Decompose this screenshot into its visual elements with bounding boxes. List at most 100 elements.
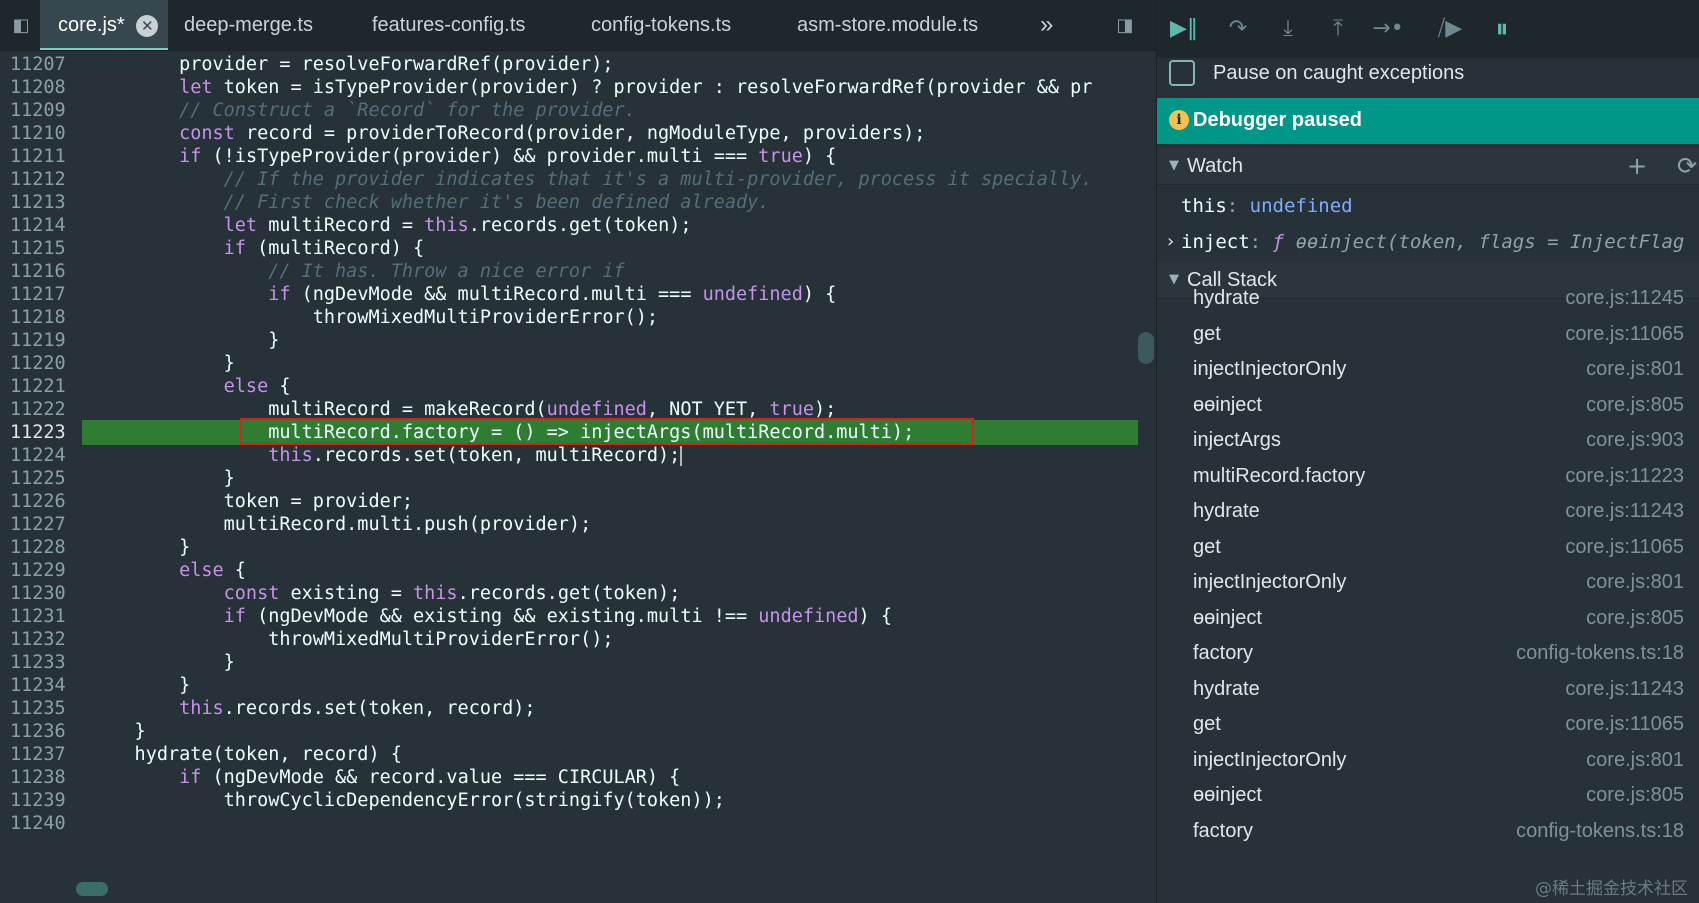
watch-item-this[interactable]: this: undefined (1157, 188, 1699, 224)
call-frame[interactable]: get core.js:11065 (1157, 707, 1699, 743)
call-frame[interactable]: injectInjectorOnly core.js:801 (1157, 352, 1699, 388)
code-line[interactable]: 11233 } (0, 650, 1138, 675)
line-number[interactable]: 11208 (10, 75, 72, 100)
call-frame[interactable]: ɵɵinject core.js:805 (1157, 388, 1699, 424)
line-number[interactable]: 11240 (10, 811, 72, 836)
code-line[interactable]: 11214 let multiRecord = this.records.get… (0, 213, 1138, 238)
line-number[interactable]: 11226 (10, 489, 72, 514)
code-line[interactable]: 11215 if (multiRecord) { (0, 236, 1138, 261)
code-line[interactable]: 11236 } (0, 719, 1138, 744)
code-line[interactable]: 11217 if (ngDevMode && multiRecord.multi… (0, 282, 1138, 307)
debugger-panel-toggle-icon[interactable]: ◨ (1112, 14, 1138, 38)
horizontal-scrollbar-thumb[interactable] (76, 882, 108, 896)
code-line[interactable]: 11229 else { (0, 558, 1138, 583)
add-watch-icon[interactable]: + (1627, 152, 1647, 180)
tab-features-config[interactable]: features-config.ts (372, 0, 525, 50)
tab-asm-store-module[interactable]: asm-store.module.ts (797, 0, 978, 50)
deactivate-breakpoints-icon[interactable]: ⧸▶ (1433, 14, 1467, 44)
code-line[interactable]: 11207 provider = resolveForwardRef(provi… (0, 54, 1138, 77)
code-line[interactable]: 11223 multiRecord.factory = () => inject… (0, 418, 1138, 445)
call-frame-location[interactable]: core.js:11065 (1565, 713, 1684, 736)
tab-deep-merge[interactable]: deep-merge.ts (184, 0, 313, 50)
line-number[interactable]: 11207 (10, 54, 72, 77)
line-number[interactable]: 11238 (10, 765, 72, 790)
code-line[interactable]: 11234 } (0, 673, 1138, 698)
tab-core-js[interactable]: core.js* ✕ (40, 0, 168, 50)
close-icon[interactable]: ✕ (136, 14, 159, 37)
code-line[interactable]: 11220 } (0, 351, 1138, 376)
call-frame[interactable]: hydrate core.js:11243 (1157, 494, 1699, 530)
line-number[interactable]: 11231 (10, 604, 72, 629)
refresh-icon[interactable]: ⟳ (1677, 152, 1697, 180)
code-line[interactable]: 11240 (0, 811, 1138, 836)
vertical-scrollbar-thumb[interactable] (1138, 332, 1154, 364)
call-frame[interactable]: factory config-tokens.ts:18 (1157, 814, 1699, 850)
code-line[interactable]: 11226 token = provider; (0, 489, 1138, 514)
code-line[interactable]: 11209 // Construct a `Record` for the pr… (0, 98, 1138, 123)
code-line[interactable]: 11211 if (!isTypeProvider(provider) && p… (0, 144, 1138, 169)
code-line[interactable]: 11218 throwMixedMultiProviderError(); (0, 305, 1138, 330)
line-number[interactable]: 11217 (10, 282, 72, 307)
call-frame[interactable]: hydrate core.js:11245 (1157, 281, 1699, 317)
line-number[interactable]: 11220 (10, 351, 72, 376)
call-frame[interactable]: get core.js:11065 (1157, 530, 1699, 566)
line-number[interactable]: 11236 (10, 719, 72, 744)
code-line[interactable]: 11231 if (ngDevMode && existing && exist… (0, 604, 1138, 629)
line-number[interactable]: 11222 (10, 397, 72, 422)
call-frame-location[interactable]: core.js:11223 (1565, 465, 1684, 488)
call-frame[interactable]: ɵɵinject core.js:805 (1157, 601, 1699, 637)
line-number[interactable]: 11233 (10, 650, 72, 675)
line-number[interactable]: 11214 (10, 213, 72, 238)
call-frame-location[interactable]: core.js:805 (1586, 784, 1684, 807)
tab-config-tokens[interactable]: config-tokens.ts (591, 0, 731, 50)
line-number[interactable]: 11219 (10, 328, 72, 353)
code-line[interactable]: 11235 this.records.set(token, record); (0, 696, 1138, 721)
sidebar-toggle-icon[interactable]: ◧ (8, 14, 34, 38)
tab-overflow-chevron-icon[interactable]: » (1040, 0, 1053, 50)
call-frame-location[interactable]: core.js:801 (1586, 571, 1684, 594)
line-number[interactable]: 11209 (10, 98, 72, 123)
line-number[interactable]: 11210 (10, 121, 72, 146)
call-frame-location[interactable]: core.js:11245 (1565, 287, 1684, 310)
watch-item-inject[interactable]: › inject: ƒ ɵɵinject(token, flags = Inje… (1157, 224, 1699, 260)
code-line[interactable]: 11230 const existing = this.records.get(… (0, 581, 1138, 606)
expand-chevron-icon[interactable]: › (1167, 224, 1174, 260)
code-line[interactable]: 11237 hydrate(token, record) { (0, 742, 1138, 767)
line-number[interactable]: 11221 (10, 374, 72, 399)
code-line[interactable]: 11210 const record = providerToRecord(pr… (0, 121, 1138, 146)
call-frame-location[interactable]: core.js:903 (1586, 429, 1684, 452)
code-line[interactable]: 11228 } (0, 535, 1138, 560)
call-frame[interactable]: injectInjectorOnly core.js:801 (1157, 565, 1699, 601)
line-number[interactable]: 11215 (10, 236, 72, 261)
line-number[interactable]: 11216 (10, 259, 72, 284)
call-frame[interactable]: get core.js:11065 (1157, 317, 1699, 353)
line-number[interactable]: 11227 (10, 512, 72, 537)
line-number[interactable]: 11232 (10, 627, 72, 652)
line-number[interactable]: 11235 (10, 696, 72, 721)
call-frame[interactable]: factory config-tokens.ts:18 (1157, 636, 1699, 672)
line-number[interactable]: 11225 (10, 466, 72, 491)
call-frame-location[interactable]: core.js:805 (1586, 607, 1684, 630)
step-icon[interactable]: →• (1371, 14, 1405, 44)
call-frame-location[interactable]: config-tokens.ts:18 (1516, 642, 1684, 665)
line-number[interactable]: 11230 (10, 581, 72, 606)
code-line[interactable]: 11227 multiRecord.multi.push(provider); (0, 512, 1138, 537)
call-frame[interactable]: hydrate core.js:11243 (1157, 672, 1699, 708)
step-over-icon[interactable]: ↷ (1221, 14, 1255, 44)
call-frame-location[interactable]: core.js:11243 (1565, 500, 1684, 523)
code-line[interactable]: 11224 this.records.set(token, multiRecor… (0, 443, 1138, 468)
watch-section-header[interactable]: ▼ Watch + ⟳ (1157, 148, 1699, 185)
call-frame-location[interactable]: core.js:801 (1586, 358, 1684, 381)
step-out-icon[interactable]: ⤒ (1321, 14, 1355, 44)
call-frame-location[interactable]: core.js:11065 (1565, 323, 1684, 346)
line-number[interactable]: 11212 (10, 167, 72, 192)
call-frame[interactable]: ɵɵinject core.js:805 (1157, 778, 1699, 814)
call-frame[interactable]: injectInjectorOnly core.js:801 (1157, 743, 1699, 779)
code-line[interactable]: 11225 } (0, 466, 1138, 491)
line-number[interactable]: 11229 (10, 558, 72, 583)
line-number[interactable]: 11228 (10, 535, 72, 560)
line-number[interactable]: 11223 (10, 420, 72, 445)
call-frame-location[interactable]: config-tokens.ts:18 (1516, 820, 1684, 843)
call-frame-location[interactable]: core.js:805 (1586, 394, 1684, 417)
code-line[interactable]: 11238 if (ngDevMode && record.value === … (0, 765, 1138, 790)
